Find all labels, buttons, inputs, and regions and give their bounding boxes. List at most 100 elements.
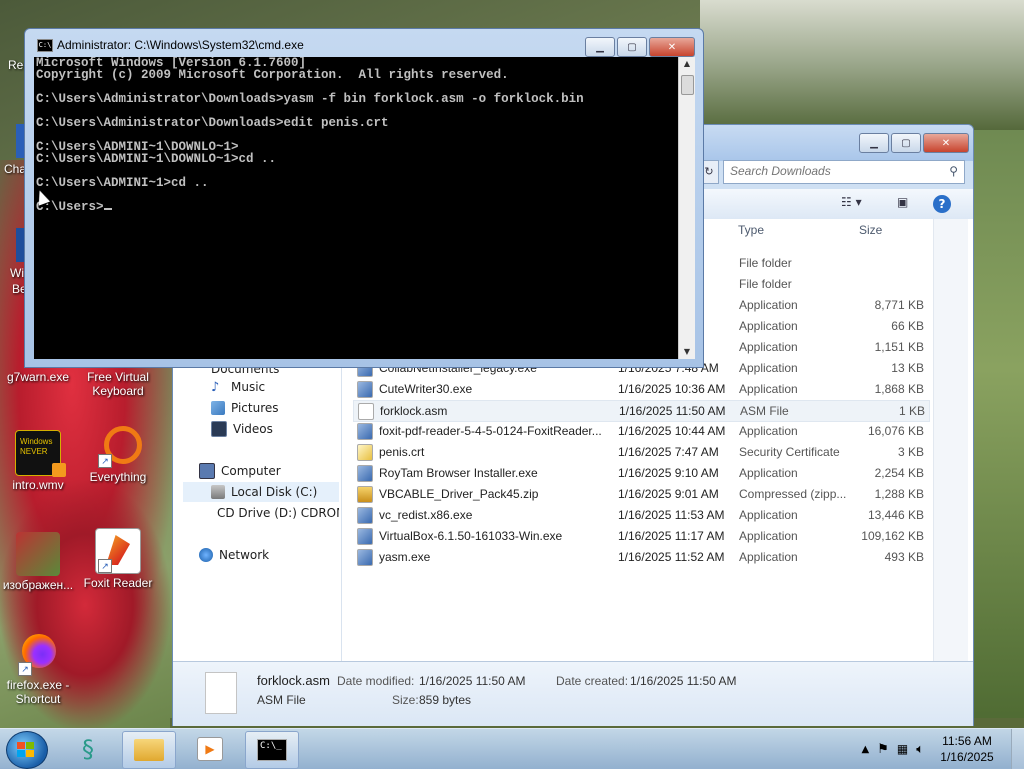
file-type: Application xyxy=(739,550,798,564)
desktop-icon-free-virtual-keyboard[interactable]: Free Virtual Keyboard xyxy=(80,370,156,398)
close-icon: ✕ xyxy=(941,137,951,149)
file-row[interactable]: penis.crt 1/16/2025 7:47 AM Security Certi… xyxy=(353,442,928,462)
file-type: Application xyxy=(739,361,798,375)
preview-pane-icon[interactable]: ▣ xyxy=(897,195,908,213)
file-type: Application xyxy=(739,424,798,438)
nav-item-pictures[interactable]: Pictures xyxy=(211,398,279,418)
file-type: Application xyxy=(739,319,798,333)
file-size: 8,771 KB xyxy=(874,298,924,312)
desktop-icon-firefox-shortcut[interactable]: ↗ firefox.exe - Shortcut xyxy=(0,632,76,706)
nav-item-network[interactable]: Network xyxy=(199,545,269,565)
scroll-down-icon[interactable]: ▼ xyxy=(679,345,695,359)
file-row[interactable]: VirtualBox-6.1.50-161033-Win.exe 1/16/202… xyxy=(353,526,928,546)
maximize-button[interactable]: ▢ xyxy=(891,133,921,153)
windows-logo-icon xyxy=(17,742,35,758)
details-modified-value: 1/16/2025 11:50 AM xyxy=(419,674,526,688)
taskbar-cmd[interactable]: C:\_ xyxy=(245,731,299,769)
nav-item-music[interactable]: ♪ Music xyxy=(211,377,265,397)
file-row[interactable]: forklock.asm 1/16/2025 11:50 AM ASM File 1 … xyxy=(353,400,930,422)
explorer-toolbar: ☷ ▾ ▣ ? xyxy=(701,189,973,220)
taskbar-explorer[interactable] xyxy=(122,731,176,769)
maximize-icon: ▢ xyxy=(627,41,637,53)
flag-icon[interactable]: ⚑ xyxy=(877,742,889,757)
desktop-icon-g7warn[interactable]: g7warn.exe xyxy=(0,370,76,384)
nav-item-computer[interactable]: Computer xyxy=(199,461,281,481)
cmd-icon: C:\ xyxy=(37,39,53,52)
file-row[interactable]: yasm.exe 1/16/2025 11:52 AM Application 493… xyxy=(353,547,928,567)
desktop-icon-everything[interactable]: ↗ Everything xyxy=(80,424,156,484)
cmd-taskbar-icon: C:\_ xyxy=(257,739,287,761)
network-tray-icon[interactable]: ▦ xyxy=(897,742,908,756)
file-type: File folder xyxy=(739,277,792,291)
desktop-label-chat[interactable]: Cha xyxy=(4,162,26,176)
file-row[interactable]: VBCABLE_Driver_Pack45.zip 1/16/2025 9:01 … xyxy=(353,484,928,504)
scroll-up-icon[interactable]: ▲ xyxy=(679,57,695,71)
console-line: C:\Users\ADMINI~1>cd .. xyxy=(36,176,209,190)
start-button[interactable] xyxy=(6,731,48,769)
wallpaper-foliage xyxy=(968,130,1024,728)
cmd-scrollbar[interactable]: ▲ ▼ xyxy=(678,57,695,359)
file-date: 1/16/2025 9:01 AM xyxy=(618,487,719,501)
minimize-button[interactable]: ▁ xyxy=(859,133,889,153)
file-size: 493 KB xyxy=(884,550,924,564)
file-size: 1,288 KB xyxy=(874,487,924,501)
tray-expand-icon[interactable]: ▲ xyxy=(861,744,869,755)
desktop-icon-intro-wmv[interactable]: Windows NEVER intro.wmv xyxy=(0,430,76,492)
file-type-icon xyxy=(357,528,373,545)
taskbar-media-player[interactable]: ▶ xyxy=(184,731,236,767)
clock-date: 1/16/2025 xyxy=(940,750,994,764)
file-row[interactable]: foxit-pdf-reader-5-4-5-0124-FoxitReader.… xyxy=(353,421,928,441)
file-row[interactable]: RoyTam Browser Installer.exe 1/16/2025 9:… xyxy=(353,463,928,483)
nav-item-cd-drive[interactable]: CD Drive (D:) CDROM xyxy=(211,503,339,523)
file-type-icon xyxy=(357,549,373,566)
console-line: C:\Users\Administrator\Downloads>yasm -f… xyxy=(36,92,584,106)
column-header-size[interactable]: Size xyxy=(859,223,882,245)
clock[interactable]: 11:56 AM 1/16/2025 xyxy=(932,733,1002,765)
console-line: C:\Users\Administrator\Downloads>edit pe… xyxy=(36,116,389,130)
nav-item-videos[interactable]: Videos xyxy=(211,419,273,439)
cmd-close-button[interactable]: ✕ xyxy=(649,37,695,57)
videos-icon xyxy=(211,421,227,437)
file-name: VirtualBox-6.1.50-161033-Win.exe xyxy=(379,529,563,543)
close-button[interactable]: ✕ xyxy=(923,133,969,153)
details-created-value: 1/16/2025 11:50 AM xyxy=(630,674,737,688)
everything-icon: ↗ xyxy=(96,424,142,468)
desktop-icon-label: firefox.exe - Shortcut xyxy=(6,678,70,706)
details-size-label: Size: xyxy=(392,693,419,707)
file-type-icon xyxy=(357,423,373,440)
search-input[interactable] xyxy=(724,161,946,181)
cmd-window[interactable]: C:\ Administrator: C:\Windows\System32\c… xyxy=(24,28,704,368)
file-name: vc_redist.x86.exe xyxy=(379,508,473,522)
file-type-icon xyxy=(358,403,374,420)
desktop-icon-foxit-reader[interactable]: ↗ Foxit Reader xyxy=(80,528,156,590)
show-desktop-button[interactable] xyxy=(1011,729,1024,769)
desktop-label-win[interactable]: Wi xyxy=(10,266,24,280)
desktop-icon-label: изображен... xyxy=(2,578,74,592)
search-box[interactable]: ⚲ xyxy=(723,160,965,184)
file-row[interactable]: CuteWriter30.exe 1/16/2025 10:36 AM Applic… xyxy=(353,379,928,399)
file-type-icon xyxy=(357,507,373,524)
file-type: Application xyxy=(739,508,798,522)
file-date: 1/16/2025 9:10 AM xyxy=(618,466,719,480)
firefox-icon: ↗ xyxy=(16,632,60,676)
cmd-maximize-button[interactable]: ▢ xyxy=(617,37,647,57)
taskbar-app-dragon[interactable]: § xyxy=(62,731,114,767)
file-size: 2,254 KB xyxy=(874,466,924,480)
file-type: Application xyxy=(739,466,798,480)
file-type: ASM File xyxy=(740,404,789,418)
scroll-thumb[interactable] xyxy=(681,75,694,95)
console-output[interactable]: Microsoft Windows [Version 6.1.7600] Cop… xyxy=(34,57,678,359)
column-header-type[interactable]: Type xyxy=(738,223,764,245)
view-options-icon[interactable]: ☷ ▾ xyxy=(841,195,862,213)
file-row[interactable]: vc_redist.x86.exe 1/16/2025 11:53 AM Appli… xyxy=(353,505,928,525)
volume-icon[interactable]: 🔈︎ xyxy=(916,742,924,757)
list-scrollbar[interactable] xyxy=(933,219,968,661)
help-icon[interactable]: ? xyxy=(933,195,951,213)
nav-label: Videos xyxy=(233,422,273,436)
nav-item-local-disk[interactable]: Local Disk (C:) xyxy=(183,482,339,502)
desktop-icon-izobrazhen[interactable]: изображен... xyxy=(0,532,76,592)
cmd-minimize-button[interactable]: ▁ xyxy=(585,37,615,57)
file-date: 1/16/2025 7:47 AM xyxy=(618,445,719,459)
file-date: 1/16/2025 10:44 AM xyxy=(618,424,726,438)
dragon-icon: § xyxy=(82,735,94,763)
